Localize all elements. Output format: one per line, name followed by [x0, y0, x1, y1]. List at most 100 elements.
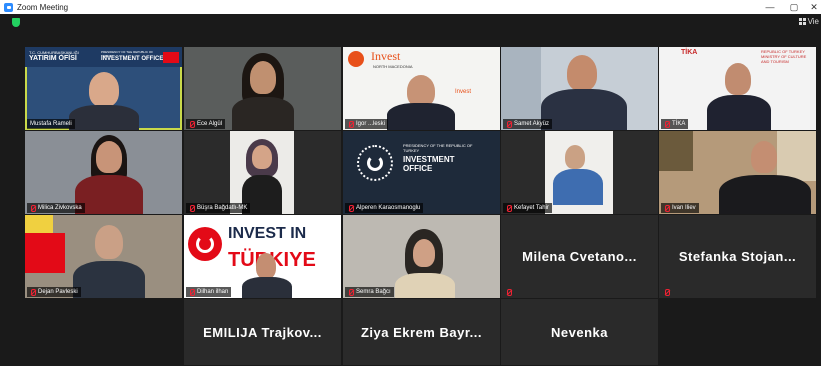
participant-name: Igor ...leski — [356, 121, 386, 127]
participant-name-label — [503, 287, 515, 297]
video-tile[interactable]: Büşra Bağdatlı-MK — [184, 131, 341, 214]
participant-face — [413, 239, 435, 267]
participant-name-label: Ece Algül — [186, 119, 226, 129]
backdrop-text: TİKA — [681, 49, 698, 56]
participant-face — [256, 253, 276, 279]
muted-mic-icon — [348, 120, 354, 128]
participant-face — [252, 145, 272, 169]
backdrop-text: Invest — [455, 89, 472, 95]
grid-view-icon — [798, 18, 806, 25]
video-tile[interactable]: Ziya Ekrem Bayr... — [343, 299, 500, 365]
participant-face — [565, 145, 585, 169]
video-tile[interactable]: T.C. CUMHURBAŞKANLIĞI YATIRIM OFİSİ PRES… — [25, 47, 182, 130]
participant-body — [387, 103, 455, 130]
view-label: Vie — [807, 17, 819, 26]
participant-body — [73, 261, 145, 298]
participant-name: Ece Algül — [197, 121, 223, 127]
participant-body — [242, 277, 292, 298]
video-tile[interactable]: Ivan Iliev — [659, 131, 816, 214]
participant-face — [725, 63, 751, 95]
backdrop-text: INVESTMENT OFFICE — [101, 56, 164, 62]
turkey-flag — [163, 52, 179, 63]
participant-body — [69, 105, 139, 130]
participant-name-placeholder: Stefanka Stojan... — [678, 249, 797, 264]
muted-mic-icon — [506, 204, 512, 212]
muted-mic-icon — [30, 204, 36, 212]
participant-name: Dejan Pavleski — [38, 289, 78, 295]
video-tile[interactable]: Nevenka — [501, 299, 658, 365]
video-tile[interactable]: Kefayet Tahir — [501, 131, 658, 214]
minimize-button[interactable]: — — [760, 0, 780, 14]
video-tile[interactable]: Stefanka Stojan... — [659, 215, 816, 298]
muted-mic-icon — [348, 288, 354, 296]
participant-name: Alperen Karaosmanoglu — [356, 205, 421, 211]
participant-name-label — [661, 287, 673, 297]
muted-mic-icon — [664, 204, 670, 212]
video-tile[interactable]: Ece Algül — [184, 47, 341, 130]
video-tile[interactable]: Dejan Pavleski — [25, 215, 182, 298]
window-titlebar: Zoom Meeting — [0, 0, 821, 14]
participant-name-label: Milica Zivkovska — [27, 203, 85, 213]
participant-face — [751, 141, 777, 173]
participant-name: Kefayet Tahir — [514, 205, 549, 211]
video-tile[interactable]: PRESIDENCY OF THE REPUBLIC OF TURKEY INV… — [343, 131, 500, 214]
view-toggle-button[interactable]: Vie — [798, 17, 819, 26]
participant-name: Samet Akyüz — [514, 121, 550, 127]
backdrop-text: YATIRIM OFİSİ — [29, 55, 77, 62]
participant-body — [75, 175, 143, 214]
participant-body — [395, 273, 455, 298]
participant-face — [95, 225, 123, 259]
participant-name: Milica Zivkovska — [38, 205, 82, 211]
participant-name: Dilhan ilhan — [197, 289, 229, 295]
video-tile[interactable]: Milica Zivkovska — [25, 131, 182, 214]
participant-name-label: Ivan Iliev — [661, 203, 699, 213]
participant-name-label: Mustafa Rameli — [27, 119, 75, 129]
video-tile[interactable]: INVEST IN TÜRKIYE Dilhan ilhan — [184, 215, 341, 298]
participant-face — [567, 55, 597, 91]
participant-name: Semra Bağcı — [356, 289, 391, 295]
muted-mic-icon — [30, 288, 36, 296]
turkey-flag — [25, 233, 65, 273]
muted-mic-icon — [189, 288, 195, 296]
muted-mic-icon — [506, 288, 512, 296]
participant-name-label: Alperen Karaosmanoglu — [345, 203, 424, 213]
backdrop-text: INVEST IN — [228, 225, 307, 242]
participant-body — [719, 175, 811, 214]
muted-mic-icon — [664, 120, 670, 128]
backdrop-text: PRESIDENCY OF THE REPUBLIC OF TURKEY — [403, 143, 473, 153]
close-button[interactable]: ✕ — [804, 0, 821, 14]
backdrop-text: REPUBLIC OF TURKEY MINISTRY OF CULTURE A… — [761, 49, 807, 64]
video-tile[interactable]: Semra Bağcı — [343, 215, 500, 298]
participant-body — [232, 97, 294, 130]
window-title: Zoom Meeting — [17, 2, 69, 12]
participant-name-label: TİKA — [661, 119, 689, 129]
muted-mic-icon — [189, 120, 195, 128]
participant-name: Mustafa Rameli — [30, 121, 72, 127]
video-tile[interactable]: TİKA REPUBLIC OF TURKEY MINISTRY OF CULT… — [659, 47, 816, 130]
participant-name: TİKA — [672, 121, 686, 127]
security-shield-icon[interactable] — [12, 18, 20, 27]
participant-name-label: Samet Akyüz — [503, 119, 553, 129]
participant-name-label: Igor ...leski — [345, 119, 389, 129]
participant-name-placeholder: EMILIJA Trajkov... — [203, 324, 322, 340]
participant-face — [89, 72, 119, 107]
video-tile[interactable]: Samet Akyüz — [501, 47, 658, 130]
participant-name-label: Dejan Pavleski — [27, 287, 81, 297]
north-macedonia-flag — [25, 215, 53, 233]
participant-body — [541, 89, 627, 130]
participant-name-label: Semra Bağcı — [345, 287, 394, 297]
backdrop-text: Invest — [371, 49, 401, 63]
maximize-button[interactable]: ▢ — [784, 0, 804, 14]
invest-logo — [348, 51, 364, 67]
zoom-logo-icon — [4, 2, 13, 12]
participant-name-placeholder: Nevenka — [551, 324, 608, 340]
participant-body — [553, 169, 603, 205]
video-tile[interactable]: EMILIJA Trajkov... — [184, 299, 341, 365]
video-tile[interactable]: Invest NORTH MACEDONIA Invest Igor ...le… — [343, 47, 500, 130]
participant-name: Büşra Bağdatlı-MK — [197, 205, 248, 211]
participant-name-label: Dilhan ilhan — [186, 287, 232, 297]
participant-name: Ivan Iliev — [672, 205, 696, 211]
participant-name-placeholder: Ziya Ekrem Bayr... — [360, 324, 482, 340]
video-tile[interactable]: Milena Cvetano... — [501, 215, 658, 298]
muted-mic-icon — [348, 204, 354, 212]
